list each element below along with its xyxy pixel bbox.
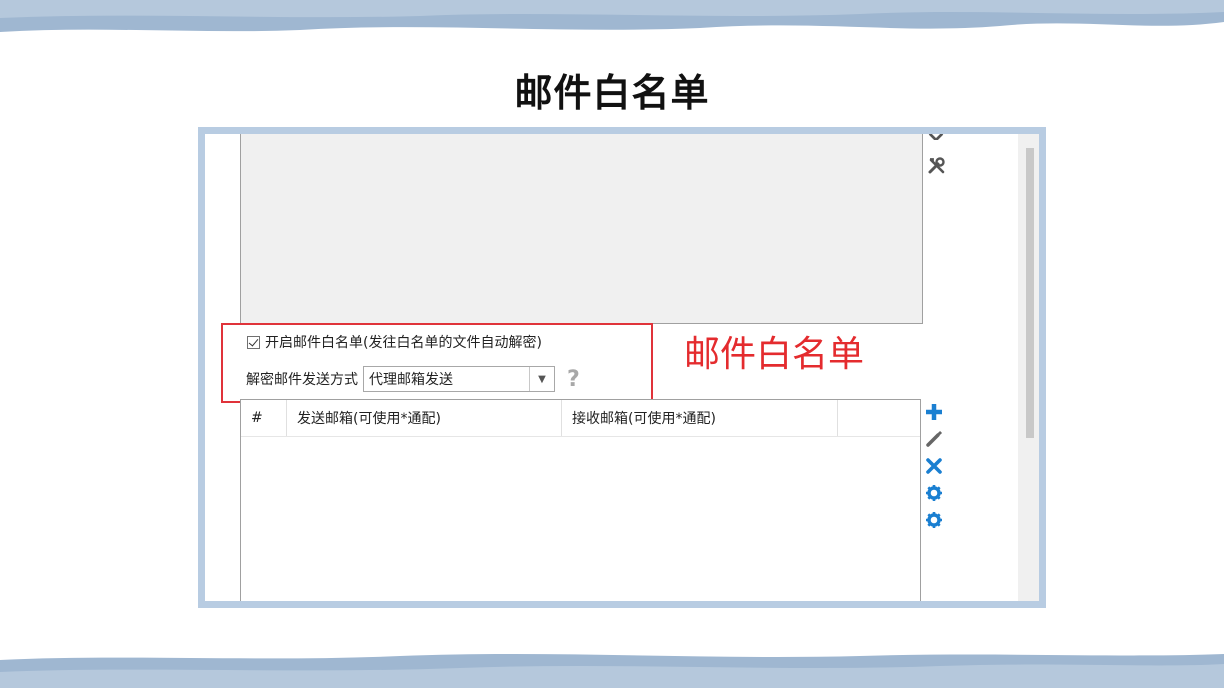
delete-icon[interactable] xyxy=(923,455,945,477)
col-header-extra xyxy=(838,400,920,436)
tools-icon-partial[interactable] xyxy=(927,134,945,140)
settings-icon[interactable] xyxy=(923,482,945,504)
list-panel[interactable] xyxy=(240,134,923,324)
col-header-receiver[interactable]: 接收邮箱(可使用*通配) xyxy=(562,400,838,436)
table-header: # 发送邮箱(可使用*通配) 接收邮箱(可使用*通配) xyxy=(241,400,920,437)
whitelist-table[interactable]: # 发送邮箱(可使用*通配) 接收邮箱(可使用*通配) xyxy=(240,399,921,601)
screenshot-frame: 开启邮件白名单(发往白名单的文件自动解密) 解密邮件发送方式 代理邮箱发送 ▼ … xyxy=(198,127,1046,608)
add-icon[interactable] xyxy=(923,401,945,423)
scroll-thumb[interactable] xyxy=(1026,148,1034,438)
col-header-sender[interactable]: 发送邮箱(可使用*通配) xyxy=(287,400,562,436)
annotation-text: 邮件白名单 xyxy=(684,334,865,375)
col-header-index[interactable]: # xyxy=(241,400,287,436)
top-decorative-band xyxy=(0,0,1224,34)
settings-icon[interactable] xyxy=(923,509,945,531)
edit-icon[interactable] xyxy=(923,428,945,450)
vertical-scrollbar[interactable] xyxy=(1018,134,1039,601)
highlight-box xyxy=(221,323,653,403)
slide-title: 邮件白名单 xyxy=(514,71,710,115)
table-actions xyxy=(923,401,947,536)
tools-icon[interactable] xyxy=(927,156,947,176)
bottom-decorative-band xyxy=(0,652,1224,688)
